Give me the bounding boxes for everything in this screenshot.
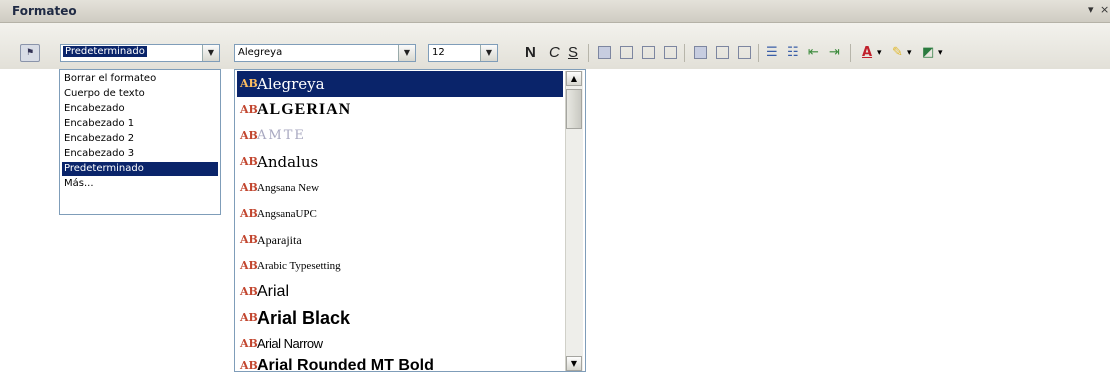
font-size-select[interactable]: 12 ▼ bbox=[428, 44, 498, 62]
panel-titlebar: Formateo ▾ × bbox=[0, 0, 1110, 23]
font-item-label: Alegreya bbox=[257, 75, 325, 93]
font-item-label: Angsana New bbox=[257, 182, 320, 194]
align-justify-icon[interactable] bbox=[664, 46, 677, 59]
list-item-selected[interactable]: Predeterminado bbox=[62, 162, 218, 176]
bullet-list-icon[interactable]: ☷ bbox=[787, 44, 799, 62]
chevron-down-icon[interactable]: ▾ bbox=[938, 44, 943, 62]
font-name-select[interactable]: Alegreya ▼ bbox=[234, 44, 416, 62]
bold-button[interactable]: N bbox=[525, 44, 536, 62]
font-name-dropdown: AB Alegreya AB ALGERIAN AB AMTE AB Andal… bbox=[234, 69, 586, 372]
toolbar-separator bbox=[684, 44, 685, 62]
font-type-icon: AB bbox=[240, 285, 258, 298]
font-item-label: Arabic Typesetting bbox=[257, 260, 341, 272]
background-color-icon[interactable]: ◩ bbox=[922, 44, 934, 62]
paragraph-style-select[interactable]: Predeterminado ▼ bbox=[60, 44, 220, 62]
font-type-icon: AB bbox=[240, 311, 258, 324]
paragraph-style-dropdown: Borrar el formateo Cuerpo de texto Encab… bbox=[59, 69, 221, 215]
font-item[interactable]: AB Angsana New bbox=[237, 175, 563, 201]
font-item[interactable]: AB Arial Rounded MT Bold bbox=[237, 353, 563, 372]
font-item-label: Andalus bbox=[257, 153, 319, 171]
font-type-icon: AB bbox=[240, 181, 258, 194]
font-item-label: AngsanaUPC bbox=[257, 208, 317, 220]
font-type-icon: AB bbox=[240, 103, 258, 116]
font-item-label: ALGERIAN bbox=[257, 101, 352, 118]
scroll-thumb[interactable] bbox=[566, 89, 582, 129]
font-item[interactable]: AB Arial bbox=[237, 279, 563, 305]
chevron-down-icon[interactable]: ▾ bbox=[907, 44, 912, 62]
scroll-up-icon[interactable]: ▲ bbox=[566, 71, 582, 86]
style-manager-icon[interactable]: ⚑ bbox=[20, 44, 40, 62]
font-type-icon: AB bbox=[240, 155, 258, 168]
font-type-icon: AB bbox=[240, 129, 258, 142]
font-type-icon: AB bbox=[240, 337, 258, 350]
font-item-label: AMTE bbox=[257, 128, 306, 143]
list-item[interactable]: Encabezado 1 bbox=[62, 117, 218, 131]
toolbar-separator bbox=[758, 44, 759, 62]
align-left-icon[interactable] bbox=[598, 46, 611, 59]
chevron-down-icon[interactable]: ▼ bbox=[480, 45, 497, 61]
line-spacing-15-icon[interactable] bbox=[716, 46, 729, 59]
font-name-value: Alegreya bbox=[238, 47, 283, 58]
font-color-icon[interactable]: A bbox=[862, 44, 872, 62]
list-item[interactable]: Más... bbox=[62, 177, 218, 191]
font-type-icon: AB bbox=[240, 259, 258, 272]
font-type-icon: AB bbox=[240, 207, 258, 220]
chevron-down-icon[interactable]: ▼ bbox=[202, 45, 219, 61]
font-item[interactable]: AB AMTE bbox=[237, 123, 563, 149]
font-item[interactable]: AB Arial Black bbox=[237, 305, 563, 331]
align-right-icon[interactable] bbox=[642, 46, 655, 59]
font-item-label: Arial Rounded MT Bold bbox=[257, 357, 434, 372]
line-spacing-2-icon[interactable] bbox=[738, 46, 751, 59]
font-item-label: Arial bbox=[257, 283, 290, 300]
panel-close-icon[interactable]: × bbox=[1100, 3, 1109, 16]
font-type-icon: AB bbox=[240, 77, 258, 90]
font-item-label: Aparajita bbox=[257, 233, 302, 247]
font-item-label: Arial Narrow bbox=[257, 336, 323, 351]
paragraph-style-value: Predeterminado bbox=[63, 46, 147, 57]
font-list-scrollbar[interactable]: ▲ ▼ bbox=[565, 71, 583, 371]
chevron-down-icon[interactable]: ▾ bbox=[877, 44, 882, 62]
font-item[interactable]: AB Andalus bbox=[237, 149, 563, 175]
increase-indent-icon[interactable]: ⇥ bbox=[829, 44, 840, 62]
numbered-list-icon[interactable]: ☰ bbox=[766, 44, 778, 62]
list-item[interactable]: Encabezado 2 bbox=[62, 132, 218, 146]
font-item[interactable]: AB Aparajita bbox=[237, 227, 563, 253]
list-item[interactable]: Borrar el formateo bbox=[62, 72, 218, 86]
font-item[interactable]: AB ALGERIAN bbox=[237, 97, 563, 123]
toolbar-separator bbox=[850, 44, 851, 62]
list-item[interactable]: Encabezado 3 bbox=[62, 147, 218, 161]
chevron-down-icon[interactable]: ▼ bbox=[398, 45, 415, 61]
list-item[interactable]: Encabezado bbox=[62, 102, 218, 116]
highlight-icon[interactable]: ✎ bbox=[892, 44, 903, 62]
panel-menu-icon[interactable]: ▾ bbox=[1088, 3, 1094, 16]
italic-button[interactable]: C bbox=[549, 44, 560, 62]
font-item-selected[interactable]: AB Alegreya bbox=[237, 71, 563, 97]
font-item-label: Arial Black bbox=[257, 308, 351, 328]
toolbar-separator bbox=[588, 44, 589, 62]
underline-button[interactable]: S bbox=[568, 44, 578, 62]
font-type-icon: AB bbox=[240, 233, 258, 246]
line-spacing-1-icon[interactable] bbox=[694, 46, 707, 59]
list-item[interactable]: Cuerpo de texto bbox=[62, 87, 218, 101]
font-type-icon: AB bbox=[240, 359, 258, 372]
decrease-indent-icon[interactable]: ⇤ bbox=[808, 44, 819, 62]
align-center-icon[interactable] bbox=[620, 46, 633, 59]
scroll-down-icon[interactable]: ▼ bbox=[566, 356, 582, 371]
font-item[interactable]: AB AngsanaUPC bbox=[237, 201, 563, 227]
font-size-value: 12 bbox=[432, 47, 445, 58]
panel-title: Formateo bbox=[12, 4, 77, 18]
font-item[interactable]: AB Arabic Typesetting bbox=[237, 253, 563, 279]
